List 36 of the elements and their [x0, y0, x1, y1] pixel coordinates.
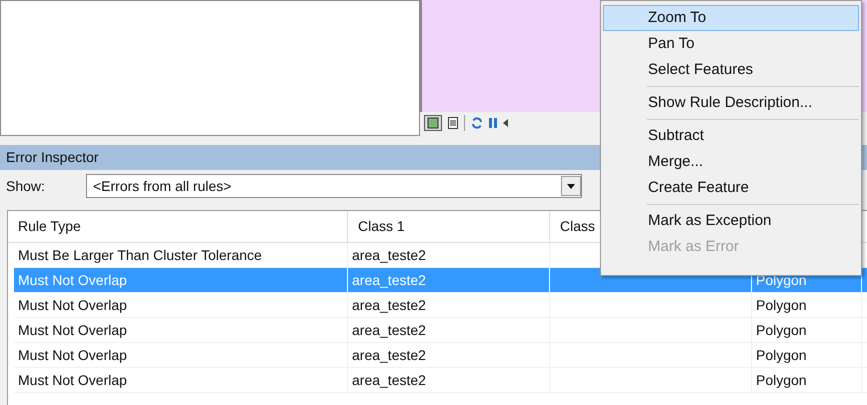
table-cell-text: Must Not Overlap	[18, 320, 127, 340]
table-row[interactable]: Must Not Overlap area_teste2 Polygon	[14, 368, 867, 393]
menu-item[interactable]: Mark as Exception	[603, 208, 859, 234]
table-cell-text: Must Not Overlap	[18, 270, 127, 290]
table-cell-text: Polygon	[756, 320, 807, 340]
menu-item[interactable]: Create Feature	[603, 175, 859, 201]
map-view-icon[interactable]	[424, 115, 442, 131]
menu-item[interactable]: Select Features	[603, 57, 859, 83]
table-cell-text: Polygon	[756, 346, 807, 365]
table-cell-text: area_teste2	[352, 296, 426, 315]
table-cell-text: Polygon	[756, 370, 807, 390]
table-cell-text: area_teste2	[352, 346, 426, 365]
column-header[interactable]: Class 1	[348, 211, 550, 242]
table-cell-text: area_teste2	[352, 320, 426, 340]
table-cell-text: Must Not Overlap	[18, 346, 127, 365]
table-cell-text: area_teste2	[352, 370, 426, 390]
table-cell-text: Must Be Larger Than Cluster Tolerance	[18, 246, 262, 265]
table-cell-text: Polygon	[756, 270, 807, 290]
show-dropdown[interactable]: <Errors from all rules>	[86, 174, 582, 198]
table-row[interactable]: Must Not Overlap area_teste2 Polygon	[14, 343, 867, 368]
menu-item[interactable]: Zoom To	[603, 5, 859, 31]
column-header[interactable]: Rule Type	[8, 211, 348, 242]
show-label: Show:	[6, 176, 46, 196]
table-row[interactable]: Must Not Overlap area_teste2 Polygon	[14, 318, 867, 343]
menu-item[interactable]: Show Rule Description...	[603, 90, 859, 116]
table-cell-text: Must Not Overlap	[18, 370, 127, 390]
menu-item[interactable]: Pan To	[603, 31, 859, 57]
table-cell-text: area_teste2	[352, 270, 426, 290]
pause-icon[interactable]	[489, 118, 497, 128]
table-row[interactable]: Must Not Overlap area_teste2 Polygon	[14, 293, 867, 318]
page-icon[interactable]	[448, 117, 458, 129]
table-cell-text: area_teste2	[352, 246, 426, 265]
table-cell-text: Polygon	[756, 296, 807, 315]
scroll-left-icon[interactable]	[503, 119, 509, 127]
refresh-icon[interactable]	[471, 117, 483, 129]
table-cell-text: Must Not Overlap	[18, 296, 127, 315]
